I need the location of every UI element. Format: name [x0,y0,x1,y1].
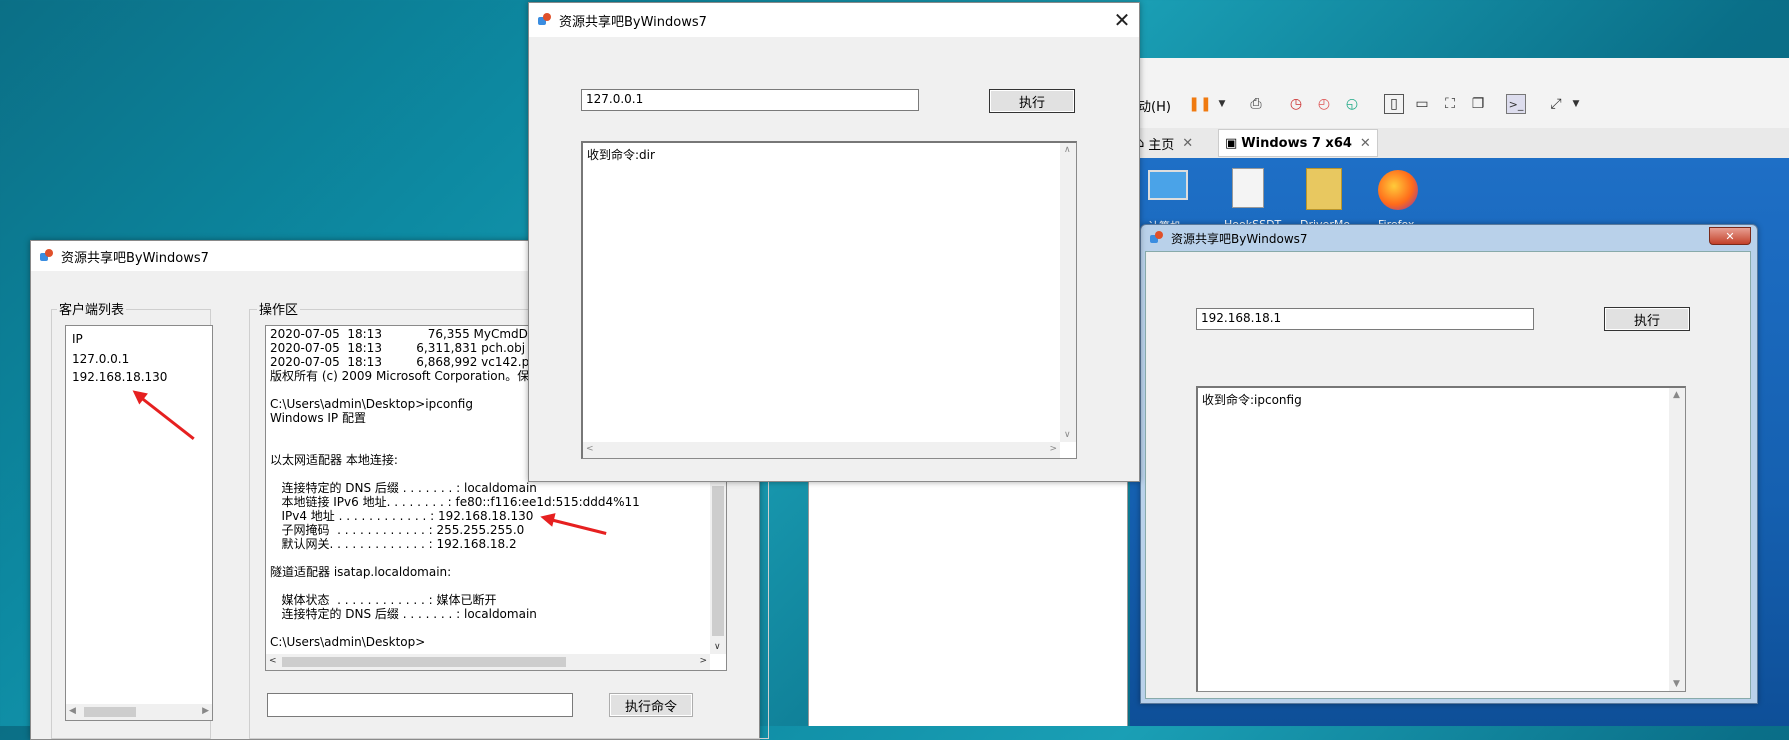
horizontal-scrollbar[interactable]: < > [266,654,710,670]
client-list[interactable]: IP 127.0.0.1 192.168.18.130 ◀ ▶ [65,325,213,721]
scroll-thumb[interactable] [282,657,566,667]
terminal-icon[interactable]: >_ [1506,94,1526,114]
scroll-right-icon[interactable]: > [1049,444,1057,454]
console-line: 媒体状态 . . . . . . . . . . . . : 媒体已断开 [270,593,497,607]
console-line: 连接特定的 DNS 后缀 . . . . . . . : localdomain [270,481,537,495]
scroll-thumb[interactable] [84,707,136,717]
app-icon [1149,230,1165,246]
settings-file-icon [1232,168,1264,208]
clients-label: 客户端列表 [57,299,127,318]
desktop-icon-hookssdt[interactable]: HookSSDT [1224,166,1281,231]
list-item[interactable]: 127.0.0.1 [72,352,129,366]
stretch-icon[interactable]: ⤢ [1546,94,1566,114]
close-button[interactable]: ✕ [1105,3,1139,37]
scroll-down-icon[interactable]: ▼ [1673,679,1680,689]
console-line: 隧道适配器 isatap.localdomain: [270,565,452,579]
command-input[interactable] [267,693,573,717]
send-keys-icon[interactable]: ⎙ [1246,94,1266,114]
window-title: 资源共享吧ByWindows7 [559,14,707,30]
desktop-icon-firefox[interactable]: Firefox [1374,166,1422,231]
ip-input[interactable]: 192.168.18.1 [1196,308,1534,330]
fullscreen-icon[interactable]: ⛶ [1440,94,1460,114]
tab-home[interactable]: ⌂ 主页 ✕ [1130,129,1199,157]
vertical-scrollbar[interactable]: ▲ ▼ [1669,388,1685,691]
window-title: 资源共享吧ByWindows7 [61,250,209,266]
vm-toolbar: 动(H) ❚❚ ▼ ⎙ ◷ ◴ ◵ ▯ ▭ ⛶ ❐ >_ ⤢ ▼ [1130,58,1789,134]
firefox-icon [1378,170,1418,210]
console-view-icon[interactable]: ▭ [1412,94,1432,114]
computer-icon [1148,170,1188,200]
scroll-left-icon[interactable]: < [269,656,277,666]
scroll-left-icon[interactable]: < [586,444,594,454]
tab-home-label: 主页 [1148,137,1175,153]
scroll-down-icon[interactable]: ∨ [1064,430,1071,440]
ip-input[interactable]: 127.0.0.1 [581,89,919,111]
sidebar-view-icon[interactable]: ▯ [1384,94,1404,114]
scroll-thumb[interactable] [712,486,724,636]
stretch-dropdown-icon[interactable]: ▼ [1566,94,1586,114]
scroll-down-icon[interactable]: ∨ [714,642,721,652]
top-app-window: 资源共享吧ByWindows7 ✕ 127.0.0.1 执行 收到命令:dir … [528,2,1140,482]
snapshot-manager-icon[interactable]: ◵ [1342,94,1362,114]
horizontal-scrollbar[interactable]: < > [583,442,1060,458]
exec-button[interactable]: 执行 [1604,307,1690,331]
scroll-up-icon[interactable]: ▲ [1673,390,1680,400]
console-line: 默认网关. . . . . . . . . . . . . : 192.168.… [270,537,517,551]
console-line: IPv4 地址 . . . . . . . . . . . . : 192.16… [270,509,534,523]
list-item[interactable]: 192.168.18.130 [72,370,167,384]
client-area: 192.168.18.1 执行 收到命令:ipconfig ▲ ▼ [1145,251,1751,699]
background-window [808,470,1128,726]
menu-help[interactable]: 动(H) [1138,96,1171,115]
output-text: 收到命令:dir [587,148,655,162]
dropdown-icon[interactable]: ▼ [1212,94,1232,114]
vm-tabbar: ⌂ 主页 ✕ ▣ Windows 7 x64 ✕ [1130,128,1789,158]
exec-command-button[interactable]: 执行命令 [609,693,693,717]
snapshot-icon[interactable]: ◷ [1286,94,1306,114]
right-app-window: 资源共享吧ByWindows7 ✕ 192.168.18.1 执行 收到命令:i… [1140,224,1758,704]
app-icon [39,248,55,264]
console-line: 连接特定的 DNS 后缀 . . . . . . . : localdomain [270,607,537,621]
output-text: 收到命令:ipconfig [1202,393,1302,407]
scroll-left-icon[interactable]: ◀ [69,706,76,716]
pause-icon[interactable]: ❚❚ [1188,94,1211,114]
tab-vm-label: Windows 7 x64 [1241,135,1352,151]
unity-icon[interactable]: ❐ [1468,94,1488,114]
title-bar: 资源共享吧ByWindows7 [1141,225,1757,251]
vertical-scrollbar[interactable]: ∧ ∨ [1060,143,1076,442]
close-icon[interactable]: ✕ [1182,136,1193,151]
close-icon[interactable]: ✕ [1360,136,1371,151]
exec-button[interactable]: 执行 [989,89,1075,113]
horizontal-scrollbar[interactable]: ◀ ▶ [66,704,212,720]
output-textarea[interactable]: 收到命令:ipconfig ▲ ▼ [1196,386,1686,692]
revert-snapshot-icon[interactable]: ◴ [1314,94,1334,114]
close-icon: ✕ [1113,8,1131,32]
app-icon [537,12,553,28]
close-icon: ✕ [1725,229,1735,243]
window-title: 资源共享吧ByWindows7 [1171,231,1308,246]
ops-label: 操作区 [257,299,301,318]
list-header-ip: IP [72,332,83,346]
output-textarea[interactable]: 收到命令:dir ∧ ∨ < > [581,141,1077,459]
console-line: C:\Users\admin\Desktop> [270,635,426,649]
desktop-icon-drivermo[interactable]: DriverMo [1300,166,1350,231]
scroll-right-icon[interactable]: > [699,656,707,666]
vm-icon: ▣ [1225,135,1238,151]
folder-icon [1306,168,1342,210]
close-button[interactable]: ✕ [1709,227,1751,245]
scroll-up-icon[interactable]: ∧ [1064,145,1071,155]
desktop-icon-computer[interactable]: 计算机 [1144,166,1192,233]
title-bar: 资源共享吧ByWindows7 ✕ [529,3,1139,37]
tab-vm[interactable]: ▣ Windows 7 x64 ✕ [1218,129,1378,157]
console-line: 本地链接 IPv6 地址. . . . . . . . : fe80::f116… [270,495,640,509]
scroll-right-icon[interactable]: ▶ [202,706,209,716]
